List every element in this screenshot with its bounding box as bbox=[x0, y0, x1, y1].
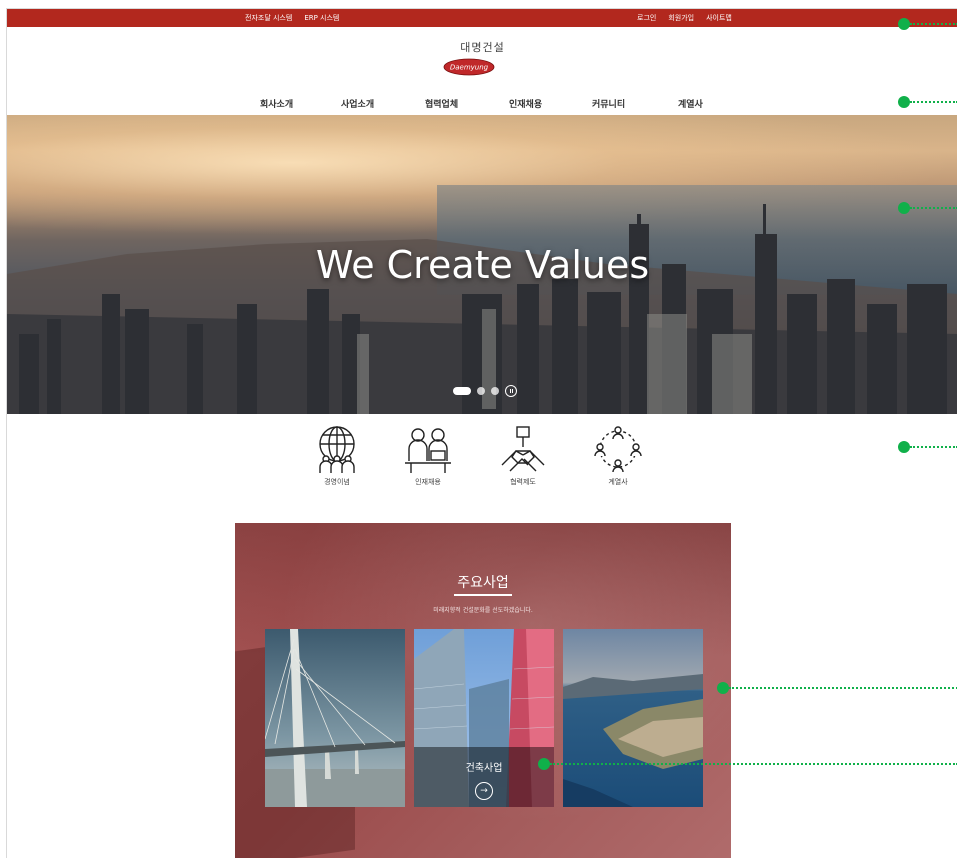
annotation-leader bbox=[550, 763, 957, 765]
hero-banner: We Create Values bbox=[7, 115, 957, 414]
city-skyline-image bbox=[7, 204, 957, 414]
annotation-leader bbox=[910, 207, 957, 209]
quick-link-philosophy[interactable]: 경영이념 bbox=[302, 425, 372, 487]
card-caption-text: 건축사업 bbox=[465, 763, 503, 774]
business-card-building[interactable]: 건축사업 → bbox=[414, 629, 554, 807]
annotation-marker bbox=[538, 758, 550, 770]
network-people-icon bbox=[594, 426, 642, 473]
main-business-section: 주요사업 미래지향적 건설문화를 선도하겠습니다. 건축사업 → bbox=[235, 523, 731, 858]
signup-link[interactable]: 회원가입 bbox=[668, 13, 694, 23]
login-link[interactable]: 로그인 bbox=[637, 13, 656, 23]
hero-headline: We Create Values bbox=[315, 243, 650, 287]
slide-dot-1[interactable] bbox=[453, 387, 471, 395]
website-frame: 전자조달 시스템 ERP 시스템 로그인 회원가입 사이트맵 대명건설 Daem… bbox=[6, 8, 957, 858]
nav-company-intro[interactable]: 회사소개 bbox=[260, 97, 293, 110]
main-navigation: 회사소개 사업소개 협력업체 인재채용 커뮤니티 계열사 bbox=[7, 97, 957, 117]
nav-partners[interactable]: 협력업체 bbox=[425, 97, 458, 110]
slide-dot-2[interactable] bbox=[477, 387, 485, 395]
nav-business-intro[interactable]: 사업소개 bbox=[341, 97, 374, 110]
globe-people-icon bbox=[319, 426, 355, 473]
slider-pause-button[interactable] bbox=[505, 385, 517, 397]
company-logo[interactable]: Daemyung bbox=[443, 58, 495, 76]
annotation-leader bbox=[910, 446, 957, 448]
arrow-right-icon[interactable]: → bbox=[475, 782, 493, 800]
brand-name: 대명건설 bbox=[460, 41, 505, 54]
annotation-leader bbox=[910, 101, 957, 103]
topbar-right-links: 로그인 회원가입 사이트맵 bbox=[637, 13, 732, 23]
annotation-marker bbox=[717, 682, 729, 694]
procurement-system-link[interactable]: 전자조달 시스템 bbox=[245, 13, 292, 23]
quick-link-affiliates[interactable]: 계열사 bbox=[583, 425, 653, 487]
quick-link-label: 협력제도 bbox=[510, 478, 536, 486]
slider-pagination bbox=[453, 385, 517, 397]
quick-links: 경영이념 인재채용 협력제도 계열사 bbox=[7, 425, 957, 505]
section-subtitle: 미래지향적 건설문화를 선도하겠습니다. bbox=[433, 607, 533, 614]
section-title: 주요사업 bbox=[457, 575, 509, 591]
quick-link-recruitment[interactable]: 인재채용 bbox=[393, 425, 463, 487]
bridge-image bbox=[265, 629, 405, 807]
annotation-marker bbox=[898, 18, 910, 30]
annotation-leader bbox=[729, 687, 957, 689]
top-utility-bar: 전자조달 시스템 ERP 시스템 로그인 회원가입 사이트맵 bbox=[7, 9, 957, 27]
quick-link-cooperation[interactable]: 협력제도 bbox=[488, 425, 558, 487]
card-caption: 건축사업 → bbox=[414, 747, 554, 807]
annotation-leader bbox=[910, 23, 957, 25]
hands-together-icon bbox=[501, 426, 545, 472]
nav-recruitment[interactable]: 인재채용 bbox=[509, 97, 542, 110]
annotation-marker bbox=[898, 96, 910, 108]
annotation-marker bbox=[898, 202, 910, 214]
slide-dot-3[interactable] bbox=[491, 387, 499, 395]
annotation-marker bbox=[898, 441, 910, 453]
nav-community[interactable]: 커뮤니티 bbox=[592, 97, 625, 110]
coastline-image bbox=[563, 629, 703, 807]
business-card-bridge[interactable] bbox=[265, 629, 405, 807]
erp-system-link[interactable]: ERP 시스템 bbox=[304, 13, 339, 23]
logo-text: Daemyung bbox=[450, 64, 489, 72]
topbar-left-links: 전자조달 시스템 ERP 시스템 bbox=[245, 13, 339, 23]
title-underline bbox=[454, 594, 512, 596]
quick-link-label: 인재채용 bbox=[415, 478, 441, 486]
quick-link-label: 계열사 bbox=[608, 478, 628, 486]
interview-icon bbox=[405, 428, 451, 473]
business-card-coast[interactable] bbox=[563, 629, 703, 807]
sitemap-link[interactable]: 사이트맵 bbox=[706, 13, 732, 23]
quick-link-label: 경영이념 bbox=[324, 478, 350, 486]
nav-affiliates[interactable]: 계열사 bbox=[678, 97, 703, 110]
